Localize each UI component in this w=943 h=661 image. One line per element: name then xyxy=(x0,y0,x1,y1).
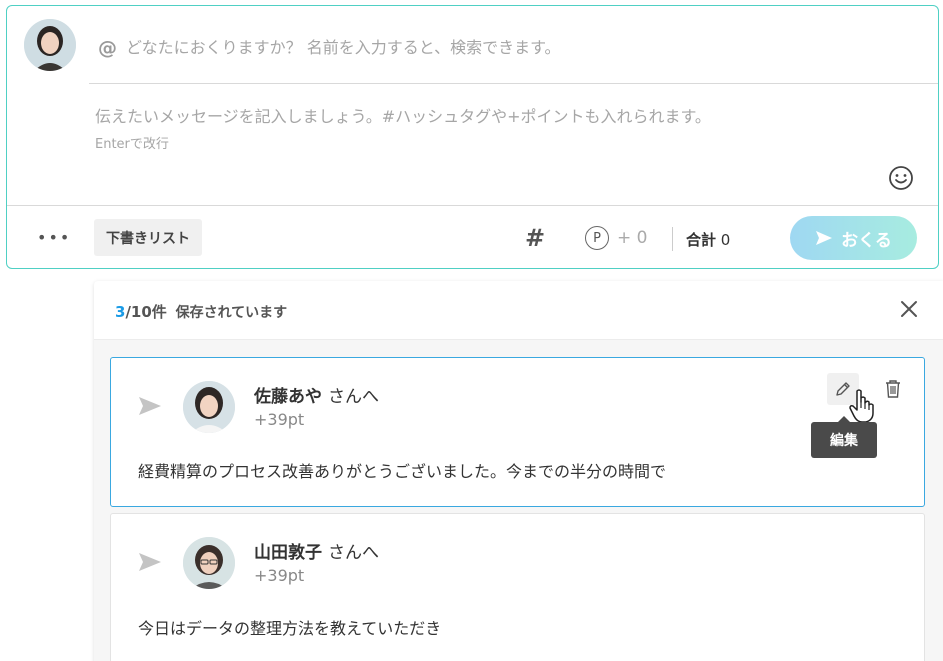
draft-count: 3/10件 保存されています xyxy=(115,301,287,322)
recipient-search-input[interactable] xyxy=(126,38,886,57)
more-options-button[interactable]: ••• xyxy=(37,228,71,248)
draft-item[interactable]: 佐藤あや さんへ +39pt 経費精算のプロセス改善ありがとうございました。今まで… xyxy=(110,357,925,507)
newline-hint: Enterで改行 xyxy=(95,137,169,152)
close-icon[interactable] xyxy=(899,299,919,319)
point-button[interactable]: P + 0 xyxy=(585,226,647,250)
recipient-suffix: さんへ xyxy=(328,387,379,407)
send-plane-icon xyxy=(139,397,161,415)
message-composer: @ Enterで改行 ••• 下書きリスト # P + 0 合計 0 おくる xyxy=(6,5,939,269)
edit-tooltip: 編集 xyxy=(811,416,877,458)
send-icon xyxy=(816,231,833,245)
hashtag-button[interactable]: # xyxy=(525,224,545,252)
recipient-name: 山田敦子 さんへ xyxy=(254,538,379,563)
footer-divider xyxy=(672,227,673,251)
emoji-icon[interactable] xyxy=(887,164,915,192)
send-label: おくる xyxy=(841,230,892,251)
draft-panel-header: 3/10件 保存されています xyxy=(94,281,943,340)
draft-saved-label: 保存されています xyxy=(175,305,288,321)
recipient-name-text: 佐藤あや xyxy=(254,387,322,407)
draft-count-current: 3 xyxy=(115,303,126,321)
draft-item[interactable]: 山田敦子 さんへ +39pt 今日はデータの整理方法を教えていただき xyxy=(110,513,925,661)
draft-points: +39pt xyxy=(254,410,305,429)
recipient-suffix: さんへ xyxy=(328,543,379,563)
recipient-avatar xyxy=(183,381,235,433)
draft-body: 今日はデータの整理方法を教えていただき xyxy=(138,619,442,638)
message-input[interactable] xyxy=(95,103,895,163)
trash-icon xyxy=(886,380,900,398)
total-label: 合計 xyxy=(686,231,717,249)
composer-footer: ••• 下書きリスト # P + 0 合計 0 おくる xyxy=(7,205,938,268)
current-user-avatar xyxy=(24,19,76,71)
point-value: + 0 xyxy=(617,228,648,248)
delete-button[interactable] xyxy=(881,376,905,402)
draft-body: 経費精算のプロセス改善ありがとうございました。今までの半分の時間で xyxy=(138,462,667,481)
recipient-row: @ xyxy=(89,12,938,84)
draft-list-button[interactable]: 下書きリスト xyxy=(94,219,202,256)
recipient-avatar xyxy=(183,537,235,589)
send-button[interactable]: おくる xyxy=(790,216,917,260)
recipient-name: 佐藤あや さんへ xyxy=(254,382,379,407)
send-plane-icon xyxy=(139,553,161,571)
hand-cursor-icon xyxy=(849,389,874,423)
draft-list-panel: 3/10件 保存されています 佐藤あや さんへ +39pt 経費精算のプロセス改善… xyxy=(94,281,943,661)
point-icon: P xyxy=(585,226,609,250)
total-value: 0 xyxy=(720,231,731,249)
draft-count-limit: /10件 xyxy=(125,303,167,321)
at-icon: @ xyxy=(98,36,117,59)
total-points: 合計 0 xyxy=(686,229,730,250)
recipient-name-text: 山田敦子 xyxy=(254,543,322,563)
draft-points: +39pt xyxy=(254,566,305,585)
